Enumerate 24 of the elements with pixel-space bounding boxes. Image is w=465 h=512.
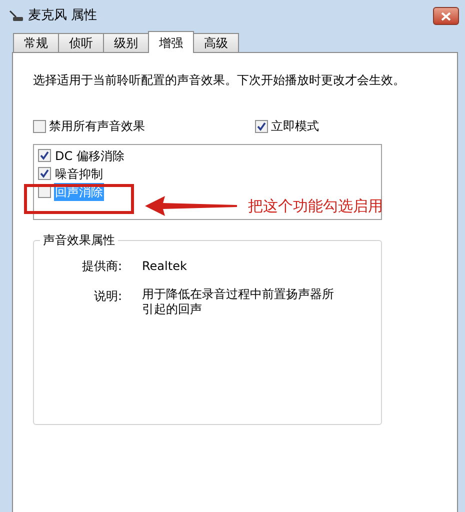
checkbox[interactable] <box>33 120 46 132</box>
checkbox[interactable] <box>38 149 51 162</box>
checkbox[interactable] <box>38 167 51 180</box>
effect-item[interactable]: 噪音抑制 <box>54 164 104 182</box>
close-icon <box>441 12 451 20</box>
provider-value: Realtek <box>142 258 188 275</box>
close-button[interactable] <box>433 7 459 25</box>
tab[interactable]: 侦听 <box>58 33 104 52</box>
checkbox-label: 立即模式 <box>271 118 319 135</box>
description-text: 选择适用于当前聆听配置的声音效果。下次开始播放时更改才会生效。 <box>33 73 406 88</box>
description-label: 说明: <box>92 288 122 305</box>
provider-label: 提供商: <box>80 258 122 275</box>
annotation-text: 把这个功能勾选启用 <box>248 196 383 217</box>
checkbox-label: 禁用所有声音效果 <box>49 118 145 135</box>
tab[interactable]: 级别 <box>103 33 149 52</box>
tab[interactable]: 增强 <box>148 31 194 53</box>
effect-description: 用于降低在录音过程中前置扬声器所引起的回声 <box>142 287 335 317</box>
effect-item[interactable]: DC 偏移消除 <box>54 146 126 164</box>
group-title: 声音效果属性 <box>40 232 118 248</box>
checkbox[interactable] <box>255 120 268 132</box>
window-title: 麦克风 属性 <box>28 6 98 25</box>
arrow-icon <box>145 196 237 216</box>
tab[interactable]: 常规 <box>13 33 59 52</box>
tab[interactable]: 高级 <box>193 33 239 52</box>
